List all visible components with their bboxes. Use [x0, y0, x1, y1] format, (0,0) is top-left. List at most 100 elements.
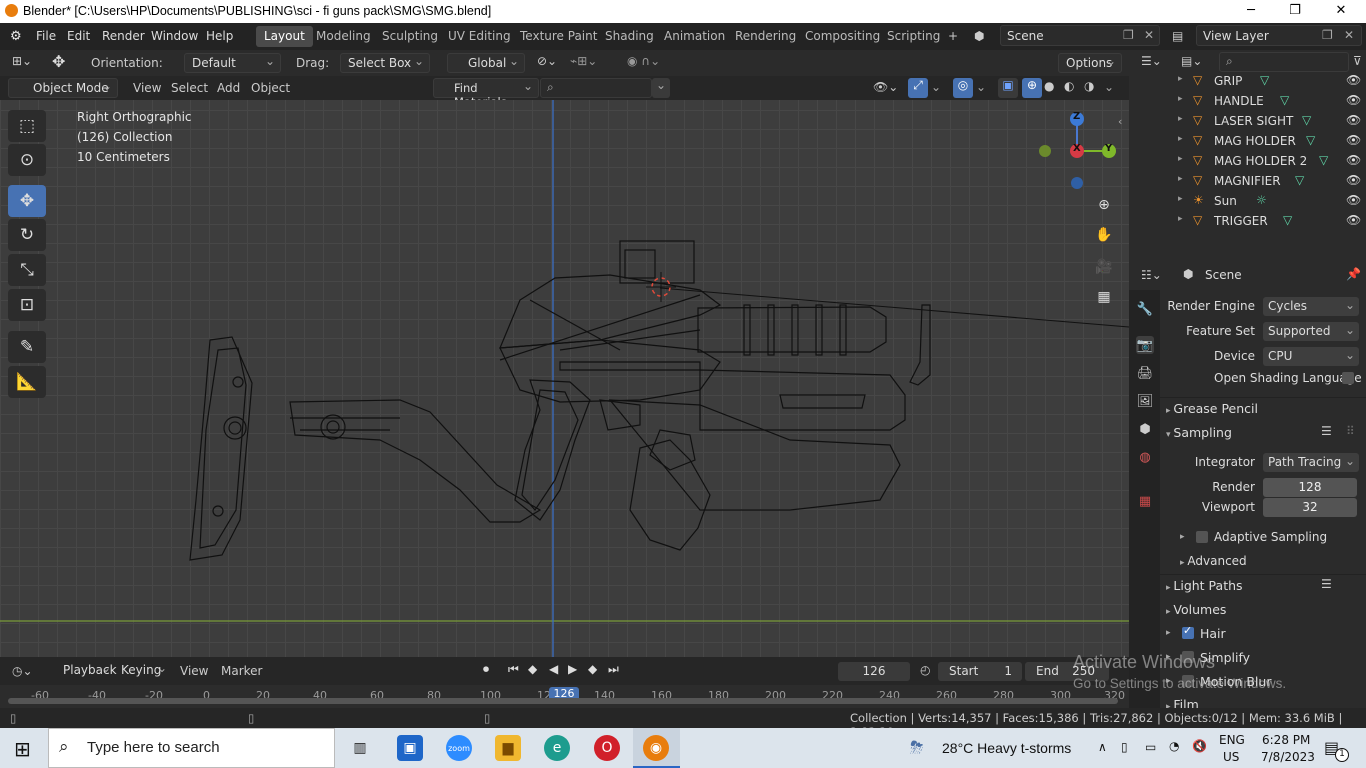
tab-shading[interactable]: Shading — [597, 26, 662, 47]
expand-arrow-icon[interactable]: ▸ — [1178, 174, 1183, 184]
render-samples-field[interactable]: 128 — [1263, 478, 1357, 497]
tray-device-icon[interactable]: ▯ — [1121, 740, 1128, 754]
cursor-tool-icon[interactable]: ⊙ — [8, 144, 46, 176]
copy-scene-icon[interactable]: ❐ — [1123, 28, 1134, 42]
proportional-editing-icon[interactable]: ◉ ∩⌄ — [627, 54, 660, 68]
outliner-display-mode-icon[interactable]: ▤⌄ — [1181, 54, 1202, 68]
expand-arrow-icon[interactable]: ▸ — [1178, 214, 1183, 224]
film-section[interactable]: ▸ Film — [1166, 697, 1199, 708]
weather-icon[interactable]: ⛈ — [910, 738, 924, 758]
visibility-eye-icon[interactable]: 👁 — [1346, 93, 1361, 107]
start-frame-field[interactable]: Start 1 — [938, 662, 1022, 681]
tab-rendering[interactable]: Rendering — [727, 26, 804, 47]
object-mode-dropdown[interactable]: Object Mode — [8, 78, 118, 98]
menu-render[interactable]: Render — [102, 29, 145, 43]
scale-tool-icon[interactable]: ⤡ — [8, 254, 46, 286]
prev-keyframe-icon[interactable]: ◆ — [528, 662, 537, 676]
microsoft-store-icon[interactable]: ▣ — [397, 735, 423, 761]
file-explorer-icon[interactable]: ▆ — [495, 735, 521, 761]
rotate-tool-icon[interactable]: ↻ — [8, 219, 46, 251]
view-layer-field[interactable]: View Layer ❐ ✕ — [1196, 25, 1362, 46]
feature-set-dropdown[interactable]: Supported ⌄ — [1263, 322, 1359, 341]
tab-texture-paint[interactable]: Texture Paint — [512, 26, 605, 47]
view-layer-tab-icon[interactable]: 🖼 — [1136, 392, 1154, 410]
close-button[interactable]: ✕ — [1318, 0, 1364, 23]
timeline-editor-icon[interactable]: ◷⌄ — [12, 664, 33, 678]
preview-range-icon[interactable]: ◴ — [920, 663, 930, 677]
output-tab-icon[interactable]: 🖨 — [1136, 364, 1154, 382]
weather-text[interactable]: 28°C Heavy t-storms — [942, 740, 1071, 756]
scene-tab-icon[interactable]: ⬢ — [1136, 420, 1154, 438]
viewport-samples-field[interactable]: 32 — [1263, 498, 1357, 517]
outliner-item[interactable]: ▸ ▽ MAG HOLDER ▽ 👁 — [1129, 131, 1366, 151]
outliner-item[interactable]: ▸ ▽ TRIGGER ▽ 👁 — [1129, 211, 1366, 231]
tool-tab-icon[interactable]: 🔧 — [1136, 300, 1154, 318]
outliner-item[interactable]: ▸ ▽ GRIP ▽ 👁 — [1129, 71, 1366, 91]
outliner-item[interactable]: ▸ ▽ MAGNIFIER ▽ 👁 — [1129, 171, 1366, 191]
outliner-item[interactable]: ▸ ☀ Sun ☼ 👁 — [1129, 191, 1366, 211]
orientation-dropdown[interactable]: Default — [184, 53, 281, 73]
filter-dropdown-icon[interactable]: ⌄ — [652, 78, 670, 98]
light-paths-section[interactable]: ▸ Light Paths — [1166, 578, 1243, 593]
record-icon[interactable]: ⏺ — [483, 662, 489, 677]
tab-animation[interactable]: Animation — [656, 26, 733, 47]
scene-selector-icon[interactable]: ⬢ — [974, 29, 984, 43]
expand-arrow-icon[interactable]: ▸ — [1178, 134, 1183, 144]
select-box-tool-icon[interactable]: ⬚ — [8, 110, 46, 142]
scene-field[interactable]: Scene ❐ ✕ — [1000, 25, 1160, 46]
3d-viewport[interactable]: Right Orthographic (126) Collection 10 C… — [0, 100, 1129, 657]
integrator-dropdown[interactable]: Path Tracing ⌄ — [1263, 453, 1359, 472]
xray-toggle-icon[interactable]: ▣ — [998, 78, 1018, 98]
edge-browser-icon[interactable]: e — [544, 735, 570, 761]
material-shading-icon[interactable]: ◐ — [1064, 79, 1074, 93]
tab-modeling[interactable]: Modeling — [308, 26, 379, 47]
minimize-button[interactable]: ─ — [1228, 0, 1274, 23]
viewport-menu-add[interactable]: Add — [217, 81, 240, 95]
pin-icon[interactable]: 📌 — [1346, 267, 1361, 281]
visibility-eye-icon[interactable]: 👁 — [1346, 173, 1361, 187]
menu-file[interactable]: File — [36, 29, 56, 43]
add-workspace-button[interactable]: + — [940, 26, 966, 47]
view-layer-icon[interactable]: ▤ — [1172, 29, 1183, 43]
solid-shading-icon[interactable]: ● — [1044, 79, 1054, 93]
sampling-section[interactable]: ▾ Sampling — [1166, 425, 1232, 440]
pivot-point-icon[interactable]: ⊘⌄ — [537, 54, 557, 68]
expand-arrow-icon[interactable]: ▸ — [1178, 74, 1183, 84]
perspective-grid-icon[interactable]: ▦ — [1091, 284, 1117, 310]
zoom-app-icon[interactable]: zoom — [446, 735, 472, 761]
play-icon[interactable]: ▶ — [568, 662, 577, 676]
adaptive-arrow-icon[interactable]: ▸ — [1180, 532, 1185, 542]
advanced-section[interactable]: ▸ Advanced — [1180, 554, 1247, 568]
language-region[interactable]: US — [1223, 750, 1239, 764]
task-view-icon[interactable]: ▥ — [347, 735, 373, 761]
device-dropdown[interactable]: CPU ⌄ — [1263, 347, 1359, 366]
visibility-eye-icon[interactable]: 👁 — [1346, 113, 1361, 127]
overlays-dropdown-icon[interactable]: ⌄ — [976, 80, 986, 94]
keying-menu[interactable]: Keying — [114, 661, 172, 681]
current-frame-field[interactable]: 126 — [838, 662, 910, 681]
next-keyframe-icon[interactable]: ◆ — [588, 662, 597, 676]
tab-layout[interactable]: Layout — [256, 26, 313, 47]
windows-start-icon[interactable]: ⊞ — [14, 737, 31, 761]
delete-view-layer-icon[interactable]: ✕ — [1344, 28, 1354, 42]
outliner-item[interactable]: ▸ ▽ LASER SIGHT ▽ 👁 — [1129, 111, 1366, 131]
texture-tab-icon[interactable]: ▦ — [1136, 492, 1154, 510]
expand-arrow-icon[interactable]: ▸ — [1178, 114, 1183, 124]
move-tool-button-icon[interactable]: ✥ — [8, 185, 46, 217]
opera-browser-icon[interactable]: O — [594, 735, 620, 761]
outliner-search-input[interactable]: ⌕ — [1219, 52, 1349, 72]
visibility-eye-icon[interactable]: 👁 — [1346, 213, 1361, 227]
viewport-menu-view[interactable]: View — [133, 81, 161, 95]
speaker-muted-icon[interactable]: 🔇 — [1192, 739, 1207, 753]
expand-arrow-icon[interactable]: ▸ — [1178, 154, 1183, 164]
viewport-menu-select[interactable]: Select — [171, 81, 208, 95]
snap-icon[interactable]: ⌁⊞⌄ — [570, 54, 597, 68]
drag-handle-icon[interactable]: ⠿ — [1346, 424, 1355, 438]
viewport-menu-object[interactable]: Object — [251, 81, 290, 95]
visibility-eye-icon[interactable]: 👁 — [1346, 193, 1361, 207]
properties-editor-icon[interactable]: ☷⌄ — [1141, 268, 1162, 282]
tab-sculpting[interactable]: Sculpting — [374, 26, 446, 47]
options-dropdown[interactable]: Options — [1058, 53, 1122, 73]
editor-type-icon[interactable]: ⊞⌄ — [12, 54, 32, 68]
outliner-editor-icon[interactable]: ☰⌄ — [1141, 54, 1162, 68]
